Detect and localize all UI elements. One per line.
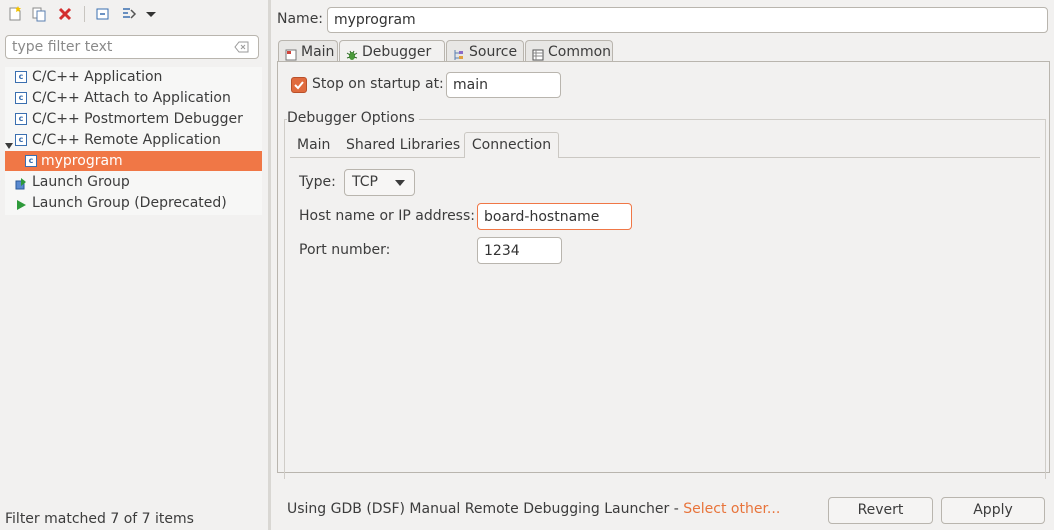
configuration-tree: c C/C++ Application c C/C++ Attach to Ap…	[5, 67, 262, 215]
toolbar-separator	[84, 6, 85, 22]
main-tab-icon	[285, 46, 297, 61]
stop-on-startup-checkbox[interactable]	[291, 77, 307, 93]
tree-item-label: C/C++ Attach to Application	[32, 90, 231, 106]
expand-arrow-icon[interactable]	[5, 136, 13, 149]
port-input[interactable]	[477, 237, 562, 264]
filter-field[interactable]	[5, 35, 259, 59]
tree-item[interactable]: c C/C++ Application	[5, 67, 262, 87]
tree-item[interactable]: Launch Group (Deprecated)	[5, 193, 262, 213]
debugger-options-title: Debugger Options	[287, 110, 419, 126]
type-select-value: TCP	[352, 174, 378, 190]
delete-icon[interactable]	[55, 4, 75, 24]
stop-on-startup-label: Stop on startup at:	[312, 76, 444, 92]
tree-item[interactable]: c C/C++ Attach to Application	[5, 88, 262, 108]
connection-panel	[290, 157, 1040, 477]
c-application-icon: c	[15, 71, 27, 83]
name-input[interactable]	[327, 7, 1048, 33]
subtab-connection[interactable]: Connection	[464, 132, 559, 158]
tab-common[interactable]: Common	[525, 40, 613, 62]
new-configuration-icon[interactable]	[5, 4, 25, 24]
stop-on-startup-input[interactable]	[446, 72, 561, 98]
type-select[interactable]: TCP	[344, 169, 415, 196]
clear-filter-icon[interactable]	[234, 40, 250, 54]
tree-item[interactable]: c C/C++ Postmortem Debugger	[5, 109, 262, 129]
debugger-bug-icon	[346, 46, 358, 60]
tab-label: Common	[548, 44, 612, 60]
launch-group-icon	[15, 176, 27, 190]
tab-label: Debugger	[362, 44, 432, 60]
tree-item-label: Launch Group	[32, 174, 130, 190]
duplicate-icon[interactable]	[29, 4, 49, 24]
tree-item[interactable]: Launch Group	[5, 172, 262, 192]
c-application-icon: c	[15, 113, 27, 125]
collapse-all-icon[interactable]	[93, 4, 113, 24]
port-label: Port number:	[299, 242, 391, 258]
view-menu-icon[interactable]	[141, 4, 161, 24]
subtab-shared-libraries[interactable]: Shared Libraries	[346, 133, 460, 157]
tree-item[interactable]: c C/C++ Remote Application	[5, 130, 262, 150]
revert-button[interactable]: Revert	[828, 497, 933, 524]
run-icon	[15, 197, 27, 210]
dropdown-arrow-icon	[395, 180, 405, 186]
select-other-link[interactable]: Select other...	[683, 501, 780, 517]
configuration-list-pane: c C/C++ Application c C/C++ Attach to Ap…	[0, 0, 268, 530]
tab-debugger[interactable]: Debugger	[339, 40, 445, 63]
tree-item-selected[interactable]: c myprogram	[5, 151, 262, 171]
tree-item-label: C/C++ Application	[32, 69, 163, 85]
type-label: Type:	[299, 174, 336, 190]
tree-item-label: C/C++ Postmortem Debugger	[32, 111, 243, 127]
tab-label: Source	[469, 44, 518, 60]
tree-item-label: myprogram	[41, 153, 123, 169]
name-label: Name:	[277, 11, 324, 27]
launcher-info: Using GDB (DSF) Manual Remote Debugging …	[287, 501, 780, 517]
filter-status: Filter matched 7 of 7 items	[5, 511, 194, 527]
tab-source[interactable]: Source	[446, 40, 524, 62]
filter-input[interactable]	[6, 36, 212, 58]
common-icon	[532, 46, 544, 61]
tree-item-label: C/C++ Remote Application	[32, 132, 221, 148]
filter-icon[interactable]	[119, 4, 139, 24]
tab-main[interactable]: Main	[278, 40, 338, 62]
tab-label: Main	[301, 44, 335, 60]
apply-button[interactable]: Apply	[941, 497, 1045, 524]
host-input[interactable]	[477, 203, 632, 230]
c-application-icon: c	[15, 92, 27, 104]
source-icon	[453, 46, 465, 60]
tree-item-label: Launch Group (Deprecated)	[32, 195, 227, 211]
subtab-main[interactable]: Main	[297, 133, 330, 157]
c-application-icon: c	[15, 134, 27, 146]
launcher-text: Using GDB (DSF) Manual Remote Debugging …	[287, 501, 684, 517]
c-application-icon: c	[25, 155, 37, 167]
host-label: Host name or IP address:	[299, 208, 475, 224]
pane-splitter[interactable]	[268, 0, 271, 530]
